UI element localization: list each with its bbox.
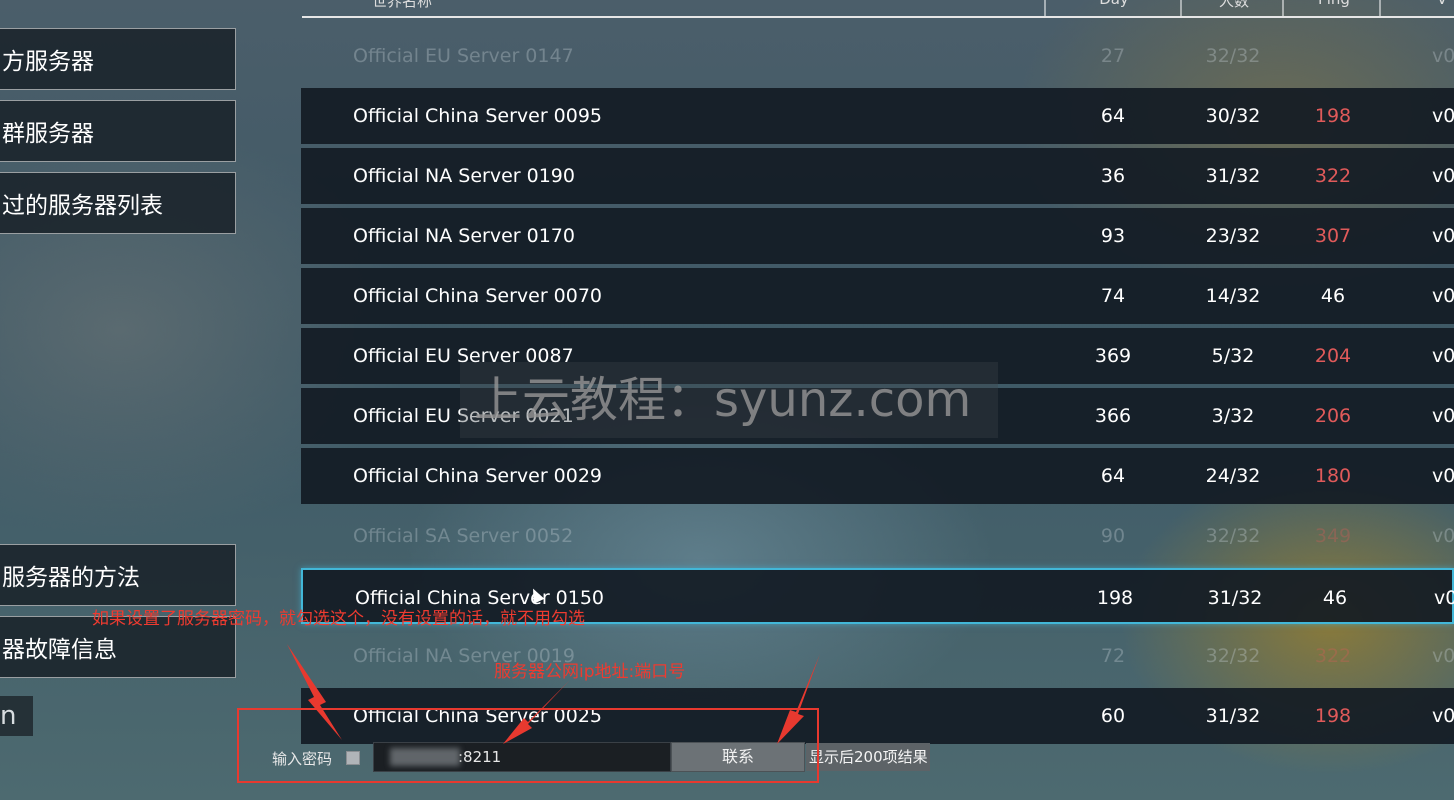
watermark: 上云教程：syunz.com xyxy=(460,362,998,438)
server-name: Official NA Server 0170 xyxy=(353,225,575,247)
server-ping xyxy=(1281,28,1385,84)
server-ping: 322 xyxy=(1314,645,1352,667)
server-players: 31/32 xyxy=(1205,165,1261,187)
server-day: 369 xyxy=(1094,345,1132,367)
annotation-ip-note: 服务器公网ip地址:端口号 xyxy=(494,662,686,682)
server-ping: 307 xyxy=(1314,225,1352,247)
server-players: 14/32 xyxy=(1205,285,1261,307)
column-separator xyxy=(1379,0,1381,16)
server-day: 198 xyxy=(1096,587,1134,609)
server-ping: 349 xyxy=(1314,525,1352,547)
server-ping: 322 xyxy=(1314,165,1352,187)
server-version: v0 xyxy=(1432,705,1454,727)
server-name: Official China Server 0095 xyxy=(353,105,603,127)
server-ping: 206 xyxy=(1314,405,1352,427)
menu-label: 器故障信息 xyxy=(2,637,117,663)
server-day: 60 xyxy=(1100,705,1126,727)
show-next-200-button[interactable]: 显示后200项结果 xyxy=(806,743,930,771)
menu-label: 群服务器 xyxy=(2,121,94,147)
server-version: v0 xyxy=(1432,465,1454,487)
server-version: v0 xyxy=(1434,587,1454,609)
server-players: 30/32 xyxy=(1205,105,1261,127)
server-version: v0 xyxy=(1432,105,1454,127)
server-day: 93 xyxy=(1100,225,1126,247)
server-version: v0 xyxy=(1432,285,1454,307)
server-row[interactable]: Official China Server 0095 64 30/32 198 … xyxy=(301,88,1454,144)
server-version: v0 xyxy=(1432,645,1454,667)
server-name: Official NA Server 0190 xyxy=(353,165,575,187)
server-players: 32/32 xyxy=(1205,525,1261,547)
server-row[interactable]: Official NA Server 0190 36 31/32 322 v0 xyxy=(301,148,1454,204)
server-version: v0 xyxy=(1432,405,1454,427)
server-row[interactable]: Official EU Server 0147 27 32/32 v0 xyxy=(301,28,1454,84)
server-row[interactable]: Official SA Server 0052 90 32/32 349 v0 xyxy=(301,508,1454,564)
server-ping: 204 xyxy=(1314,345,1352,367)
column-header-day[interactable]: Day xyxy=(1062,0,1166,14)
server-name: Official China Server 0029 xyxy=(353,465,603,487)
server-version: v0 xyxy=(1432,525,1454,547)
server-version: v0 xyxy=(1432,225,1454,247)
column-header-world-name[interactable]: 世界名称 xyxy=(342,0,462,14)
server-row[interactable]: Official China Server 0029 64 24/32 180 … xyxy=(301,448,1454,504)
menu-label: 方服务器 xyxy=(2,49,94,75)
server-version: v0 xyxy=(1432,45,1454,67)
server-ping: 198 xyxy=(1314,705,1352,727)
column-header-players[interactable]: 人数 xyxy=(1182,0,1286,14)
annotation-password-note: 如果设置了服务器密码，就勾选这个，没有设置的话，就不用勾选 xyxy=(92,609,585,629)
server-day: 90 xyxy=(1100,525,1126,547)
server-version: v0 xyxy=(1432,165,1454,187)
server-row[interactable]: Official NA Server 0019 72 32/32 322 v0 xyxy=(301,628,1454,684)
server-players: 32/32 xyxy=(1205,645,1261,667)
menu-server-method[interactable]: 服务器的方法 xyxy=(0,544,236,606)
server-day: 36 xyxy=(1100,165,1126,187)
server-row[interactable]: Official China Server 0070 74 14/32 46 v… xyxy=(301,268,1454,324)
menu-official-servers[interactable]: 方服务器 xyxy=(0,28,236,90)
server-version: v0 xyxy=(1432,345,1454,367)
partial-button[interactable]: n xyxy=(0,696,33,736)
partial-button-label: n xyxy=(0,701,17,731)
server-players: 5/32 xyxy=(1211,345,1255,367)
server-day: 64 xyxy=(1100,105,1126,127)
menu-label: 过的服务器列表 xyxy=(2,193,163,219)
server-ping: 46 xyxy=(1322,587,1348,609)
server-ping: 46 xyxy=(1320,285,1346,307)
server-name: Official EU Server 0147 xyxy=(353,45,574,67)
column-header-ping[interactable]: Ping xyxy=(1282,0,1386,14)
server-players: 31/32 xyxy=(1207,587,1263,609)
server-players: 32/32 xyxy=(1205,45,1261,67)
server-day: 74 xyxy=(1100,285,1126,307)
column-header-version[interactable]: V xyxy=(1412,0,1454,14)
server-row[interactable]: Official NA Server 0170 93 23/32 307 v0 xyxy=(301,208,1454,264)
server-ping: 198 xyxy=(1314,105,1352,127)
server-day: 366 xyxy=(1094,405,1132,427)
menu-label: 服务器的方法 xyxy=(2,565,140,591)
column-separator xyxy=(1044,0,1046,16)
menu-community-servers[interactable]: 群服务器 xyxy=(0,100,236,162)
server-day: 72 xyxy=(1100,645,1126,667)
menu-recent-servers[interactable]: 过的服务器列表 xyxy=(0,172,236,234)
server-day: 64 xyxy=(1100,465,1126,487)
server-name: Official China Server 0070 xyxy=(353,285,603,307)
server-players: 24/32 xyxy=(1205,465,1261,487)
annotation-highlight-box xyxy=(237,708,819,783)
server-day: 27 xyxy=(1100,45,1126,67)
server-players: 31/32 xyxy=(1205,705,1261,727)
server-name: Official SA Server 0052 xyxy=(353,525,574,547)
server-players: 23/32 xyxy=(1205,225,1261,247)
server-ping: 180 xyxy=(1314,465,1352,487)
server-table-header: 世界名称 Day 人数 Ping V xyxy=(302,0,1454,18)
server-players: 3/32 xyxy=(1211,405,1255,427)
